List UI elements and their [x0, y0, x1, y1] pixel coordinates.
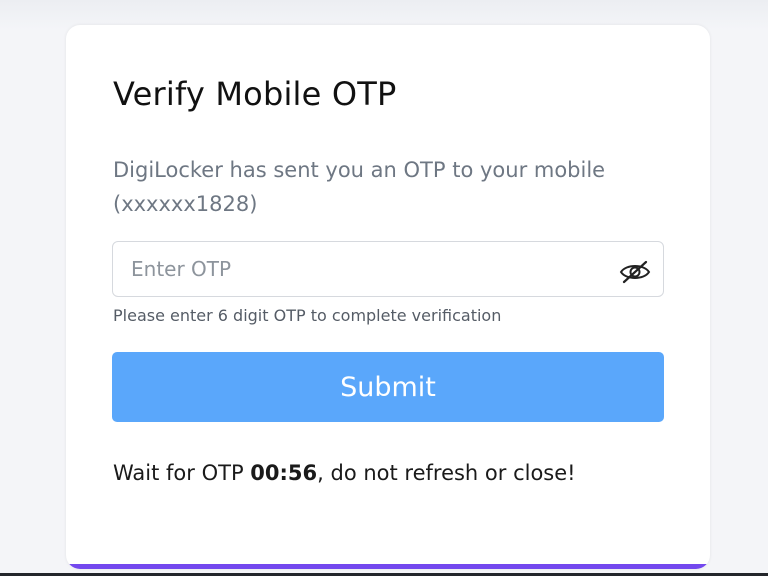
- wait-prefix: Wait for OTP: [113, 461, 251, 485]
- page-title: Verify Mobile OTP: [113, 75, 397, 113]
- otp-field: [112, 241, 664, 297]
- otp-sent-message: DigiLocker has sent you an OTP to your m…: [113, 158, 606, 216]
- wait-suffix: , do not refresh or close!: [317, 461, 576, 485]
- otp-hint: Please enter 6 digit OTP to complete ver…: [113, 306, 502, 325]
- otp-countdown: 00:56: [250, 461, 318, 485]
- submit-button[interactable]: Submit: [112, 352, 664, 422]
- page: Verify Mobile OTP DigiLocker has sent yo…: [0, 0, 768, 576]
- otp-timer-message: Wait for OTP 00:56, do not refresh or cl…: [113, 461, 576, 485]
- eye-slash-icon[interactable]: [619, 259, 651, 285]
- card-accent-bar: [66, 564, 710, 569]
- otp-input[interactable]: [131, 242, 601, 296]
- otp-card: Verify Mobile OTP DigiLocker has sent yo…: [66, 25, 710, 569]
